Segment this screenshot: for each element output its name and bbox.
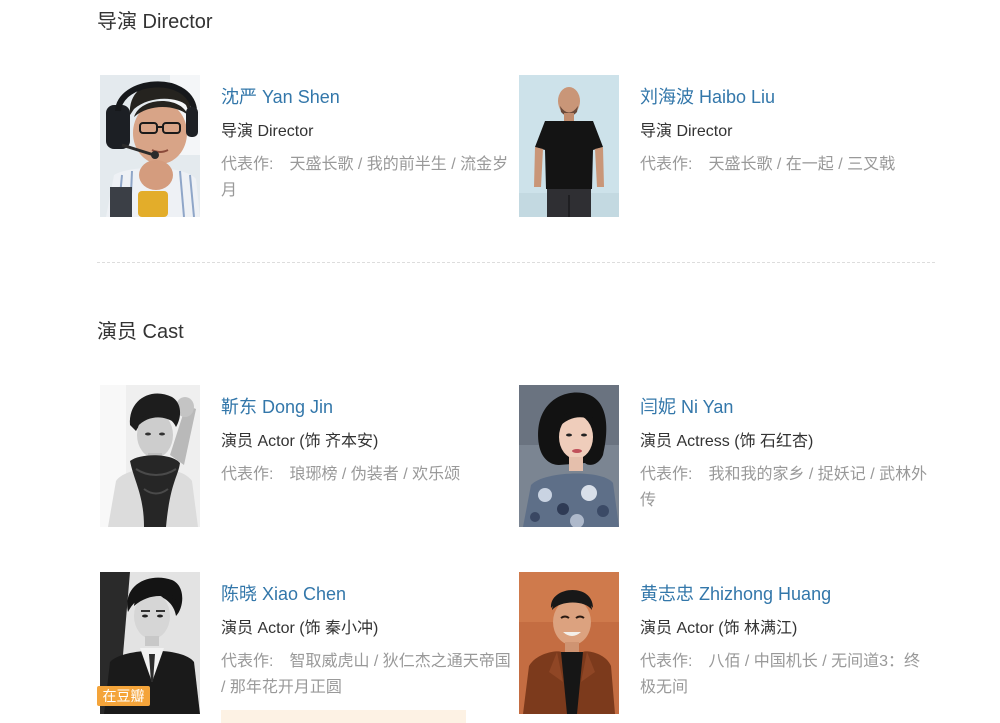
cast-section-title: 演员 Cast xyxy=(97,321,184,343)
representative-works: 代表作: 智取威虎山 / 狄仁杰之通天帝国 / 那年花开月正圆 xyxy=(221,649,515,701)
partial-banner xyxy=(221,710,466,723)
portrait-image xyxy=(519,75,619,217)
celebrity-info: 黄志忠 Zhizhong Huang 演员 Actor (饰 林满江) 代表作:… xyxy=(640,572,934,701)
works-label: 代表作: xyxy=(221,156,274,173)
works-list: 琅琊榜 / 伪装者 / 欢乐颂 xyxy=(289,466,461,483)
works-list: 天盛长歌 / 在一起 / 三叉戟 xyxy=(708,156,896,173)
portrait-illustration xyxy=(519,572,619,714)
celebrity-role: 演员 Actress (饰 石红杏) xyxy=(640,433,814,450)
celebrity-role: 演员 Actor (饰 秦小冲) xyxy=(221,620,379,637)
portrait-image xyxy=(519,572,619,714)
celebrity-role: 演员 Actor (饰 林满江) xyxy=(640,620,798,637)
portrait-illustration xyxy=(100,385,200,527)
representative-works: 代表作: 我和我的家乡 / 捉妖记 / 武林外传 xyxy=(640,462,934,514)
works-label: 代表作: xyxy=(640,156,693,173)
works-label: 代表作: xyxy=(221,653,274,670)
section-divider xyxy=(97,262,935,263)
directors-section-title: 导演 Director xyxy=(97,11,213,33)
cast-card: 闫妮 Ni Yan 演员 Actress (饰 石红杏) 代表作: 我和我的家乡 … xyxy=(519,385,938,527)
celebrity-role: 导演 Director xyxy=(221,123,314,140)
celebrity-info: 陈晓 Xiao Chen 演员 Actor (饰 秦小冲) 代表作: 智取威虎山 … xyxy=(221,572,515,701)
celebrity-info: 刘海波 Haibo Liu 导演 Director 代表作: 天盛长歌 / 在一起… xyxy=(640,75,934,178)
portrait-illustration xyxy=(100,75,200,217)
cast-card: 陈晓 Xiao Chen 演员 Actor (饰 秦小冲) 代表作: 智取威虎山 … xyxy=(100,572,519,714)
portrait-image xyxy=(100,385,200,527)
cast-card: 黄志忠 Zhizhong Huang 演员 Actor (饰 林满江) 代表作:… xyxy=(519,572,938,714)
director-card: 沈严 Yan Shen 导演 Director 代表作: 天盛长歌 / 我的前半生… xyxy=(100,75,519,217)
celebrity-photo[interactable] xyxy=(519,385,619,527)
celebrity-name-link[interactable]: 陈晓 Xiao Chen xyxy=(221,582,515,606)
cast-card: 靳东 Dong Jin 演员 Actor (饰 齐本安) 代表作: 琅琊榜 / 伪… xyxy=(100,385,519,527)
representative-works: 代表作: 天盛长歌 / 我的前半生 / 流金岁月 xyxy=(221,152,515,204)
works-label: 代表作: xyxy=(221,466,274,483)
celebrity-name-link[interactable]: 闫妮 Ni Yan xyxy=(640,395,934,419)
celebrity-info: 靳东 Dong Jin 演员 Actor (饰 齐本安) 代表作: 琅琊榜 / 伪… xyxy=(221,385,515,488)
celebrity-info: 沈严 Yan Shen 导演 Director 代表作: 天盛长歌 / 我的前半生… xyxy=(221,75,515,204)
celebrity-photo[interactable] xyxy=(100,385,200,527)
portrait-image xyxy=(519,385,619,527)
portrait-illustration xyxy=(519,385,619,527)
douban-badge: 在豆瓣 xyxy=(97,686,150,706)
representative-works: 代表作: 天盛长歌 / 在一起 / 三叉戟 xyxy=(640,152,934,178)
celebrity-name-link[interactable]: 刘海波 Haibo Liu xyxy=(640,85,934,109)
celebrity-name-link[interactable]: 黄志忠 Zhizhong Huang xyxy=(640,582,934,606)
celebrity-role: 演员 Actor (饰 齐本安) xyxy=(221,433,379,450)
celebrity-name-link[interactable]: 靳东 Dong Jin xyxy=(221,395,515,419)
celebrity-role: 导演 Director xyxy=(640,123,733,140)
works-label: 代表作: xyxy=(640,466,693,483)
works-label: 代表作: xyxy=(640,653,693,670)
director-card: 刘海波 Haibo Liu 导演 Director 代表作: 天盛长歌 / 在一起… xyxy=(519,75,938,217)
celebrity-name-link[interactable]: 沈严 Yan Shen xyxy=(221,85,515,109)
representative-works: 代表作: 琅琊榜 / 伪装者 / 欢乐颂 xyxy=(221,462,515,488)
portrait-image xyxy=(100,75,200,217)
representative-works: 代表作: 八佰 / 中国机长 / 无间道3：终极无间 xyxy=(640,649,934,701)
celebrity-photo[interactable] xyxy=(519,75,619,217)
celebrity-photo[interactable] xyxy=(519,572,619,714)
celebrity-info: 闫妮 Ni Yan 演员 Actress (饰 石红杏) 代表作: 我和我的家乡 … xyxy=(640,385,934,514)
celebrity-photo[interactable] xyxy=(100,75,200,217)
portrait-illustration xyxy=(519,75,619,217)
